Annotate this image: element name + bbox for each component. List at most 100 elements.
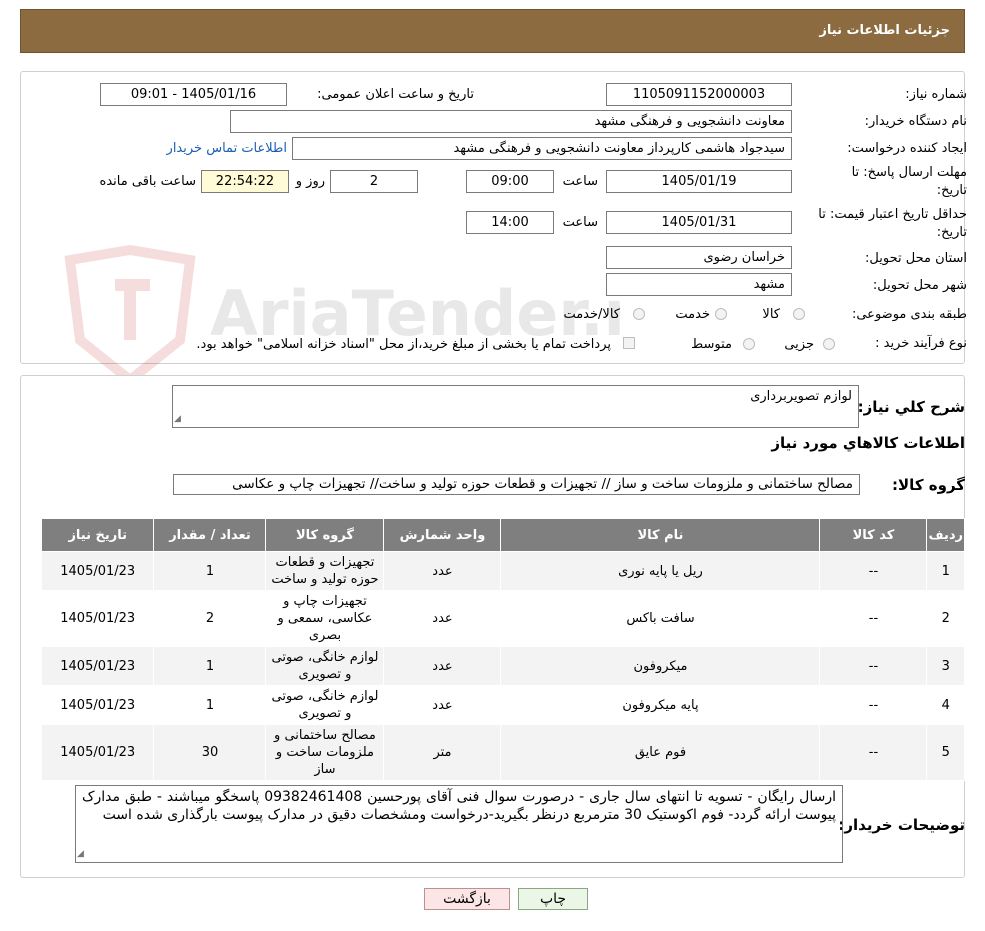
group-field: مصالح ساختمانی و ملزومات ساخت و ساز // ت…	[173, 474, 860, 495]
reply-deadline-label: مهلت ارسال پاسخ: تا	[851, 165, 967, 180]
col-code: کد کالا	[819, 518, 928, 552]
cell-index: 5	[926, 724, 965, 781]
cell-code: --	[819, 724, 928, 781]
col-qty: تعداد / مقدار	[153, 518, 267, 552]
category-both-radio[interactable]	[633, 308, 645, 320]
remaining-days-field: 2	[330, 170, 418, 193]
price-validity-time-label: ساعت	[562, 215, 598, 230]
reply-time-label: ساعت	[562, 174, 598, 189]
process-minor-radio[interactable]	[823, 338, 835, 350]
treasury-payment-note: پرداخت تمام یا بخشی از مبلغ خرید،از محل …	[196, 337, 611, 352]
group-label: گروه کالا:	[892, 476, 965, 494]
price-validity-label: حداقل تاریخ اعتبار قیمت: تا	[818, 207, 967, 222]
watermark-logo: AriaTender.neT	[64, 244, 620, 387]
need-number-label: شماره نیاز:	[905, 87, 967, 102]
table-row: 5 -- فوم عایق متر مصالح ساختمانی و ملزوم…	[40, 724, 965, 781]
col-date: تاریخ نیاز	[40, 518, 155, 552]
cell-code: --	[819, 590, 928, 647]
city-field: مشهد	[606, 273, 792, 296]
cell-name: ریل یا پایه نوری	[500, 551, 821, 591]
cell-code: --	[819, 551, 928, 591]
cell-group: تجهیزات چاپ و عکاسی، سمعی و بصری	[265, 590, 385, 647]
reply-deadline-date: 1405/01/19	[606, 170, 792, 193]
remaining-time-field: 22:54:22	[201, 170, 289, 193]
cell-code: --	[819, 646, 928, 686]
table-row: 4 -- پایه میکروفون عدد لوازم خانگی، صوتی…	[40, 685, 965, 725]
cell-index: 3	[926, 646, 965, 686]
cell-group: لوازم خانگی، صوتی و تصویری	[265, 646, 385, 686]
cell-qty: 1	[153, 685, 267, 725]
cell-group: مصالح ساختمانی و ملزومات ساخت و ساز	[265, 724, 385, 781]
buyer-org-label: نام دستگاه خریدار:	[864, 114, 967, 129]
requester-field: سیدجواد هاشمی کارپرداز معاونت دانشجویی و…	[292, 137, 792, 160]
cell-unit: عدد	[383, 685, 502, 725]
page-title: جزئیات اطلاعات نیاز	[819, 23, 950, 38]
remaining-label: ساعت باقی مانده	[99, 174, 196, 189]
reply-deadline-time: 09:00	[466, 170, 554, 193]
table-header-row: رديف کد کالا نام کالا واحد شمارش گروه کا…	[40, 518, 965, 552]
province-label: استان محل تحویل:	[865, 251, 967, 266]
category-service-radio[interactable]	[715, 308, 727, 320]
category-label: طبقه بندی موضوعی:	[851, 307, 967, 322]
buyer-notes-label: توضیحات خریدار:	[838, 816, 965, 834]
cell-date: 1405/01/23	[40, 646, 155, 686]
treasury-payment-checkbox[interactable]	[623, 337, 635, 349]
cell-name: سافت باکس	[500, 590, 821, 647]
process-medium-label: متوسط	[691, 337, 732, 352]
cell-date: 1405/01/23	[40, 685, 155, 725]
page-header: جزئیات اطلاعات نیاز	[20, 9, 965, 53]
table-row: 2 -- سافت باکس عدد تجهیزات چاپ و عکاسی، …	[40, 590, 965, 647]
cell-qty: 1	[153, 551, 267, 591]
table-row: 1 -- ریل یا پایه نوری عدد تجهیزات و قطعا…	[40, 551, 965, 591]
price-validity-time: 14:00	[466, 211, 554, 234]
cell-date: 1405/01/23	[40, 590, 155, 647]
process-label: نوع فرآیند خرید :	[875, 336, 967, 351]
cell-unit: عدد	[383, 646, 502, 686]
cell-name: فوم عایق	[500, 724, 821, 781]
col-index: رديف	[926, 518, 965, 552]
days-label: روز و	[295, 174, 325, 189]
cell-unit: عدد	[383, 551, 502, 591]
price-validity-label-2: تاریخ:	[936, 225, 967, 240]
cell-unit: عدد	[383, 590, 502, 647]
requester-label: ایجاد کننده درخواست:	[847, 141, 967, 156]
back-button[interactable]: بازگشت	[424, 888, 510, 910]
buyer-notes-textarea[interactable]: ارسال رایگان - تسویه تا انتهای سال جاری …	[75, 785, 843, 863]
col-unit: واحد شمارش	[383, 518, 502, 552]
cell-date: 1405/01/23	[40, 724, 155, 781]
announce-datetime-field: 1405/01/16 - 09:01	[100, 83, 287, 106]
cell-date: 1405/01/23	[40, 551, 155, 591]
cell-group: تجهیزات و قطعات حوزه تولید و ساخت	[265, 551, 385, 591]
category-both-label: کالا/خدمت	[563, 307, 620, 322]
summary-textarea[interactable]: لوازم تصویربرداری	[172, 385, 859, 428]
cell-code: --	[819, 685, 928, 725]
city-label: شهر محل تحویل:	[872, 278, 967, 293]
cell-index: 2	[926, 590, 965, 647]
cell-qty: 2	[153, 590, 267, 647]
col-name: نام کالا	[500, 518, 821, 552]
print-button[interactable]: چاپ	[518, 888, 588, 910]
price-validity-date: 1405/01/31	[606, 211, 792, 234]
province-field: خراسان رضوی	[606, 246, 792, 269]
cell-qty: 1	[153, 646, 267, 686]
reply-deadline-label-2: تاریخ:	[936, 183, 967, 198]
summary-label: شرح کلي نياز:	[857, 398, 965, 416]
announce-datetime-label: تاریخ و ساعت اعلان عمومی:	[317, 87, 474, 102]
cell-group: لوازم خانگی، صوتی و تصویری	[265, 685, 385, 725]
need-number-field: 1105091152000003	[606, 83, 792, 106]
buyer-org-field: معاونت دانشجویی و فرهنگی مشهد	[230, 110, 792, 133]
items-table: رديف کد کالا نام کالا واحد شمارش گروه کا…	[40, 518, 965, 781]
cell-qty: 30	[153, 724, 267, 781]
cell-name: میکروفون	[500, 646, 821, 686]
col-group: گروه کالا	[265, 518, 385, 552]
process-medium-radio[interactable]	[743, 338, 755, 350]
cell-index: 1	[926, 551, 965, 591]
process-minor-label: جزیی	[784, 337, 814, 352]
cell-index: 4	[926, 685, 965, 725]
buyer-contact-link[interactable]: اطلاعات تماس خریدار	[167, 141, 287, 156]
cell-name: پایه میکروفون	[500, 685, 821, 725]
table-row: 3 -- میکروفون عدد لوازم خانگی، صوتی و تص…	[40, 646, 965, 686]
category-service-label: خدمت	[675, 307, 710, 322]
category-goods-label: کالا	[762, 307, 780, 322]
category-goods-radio[interactable]	[793, 308, 805, 320]
